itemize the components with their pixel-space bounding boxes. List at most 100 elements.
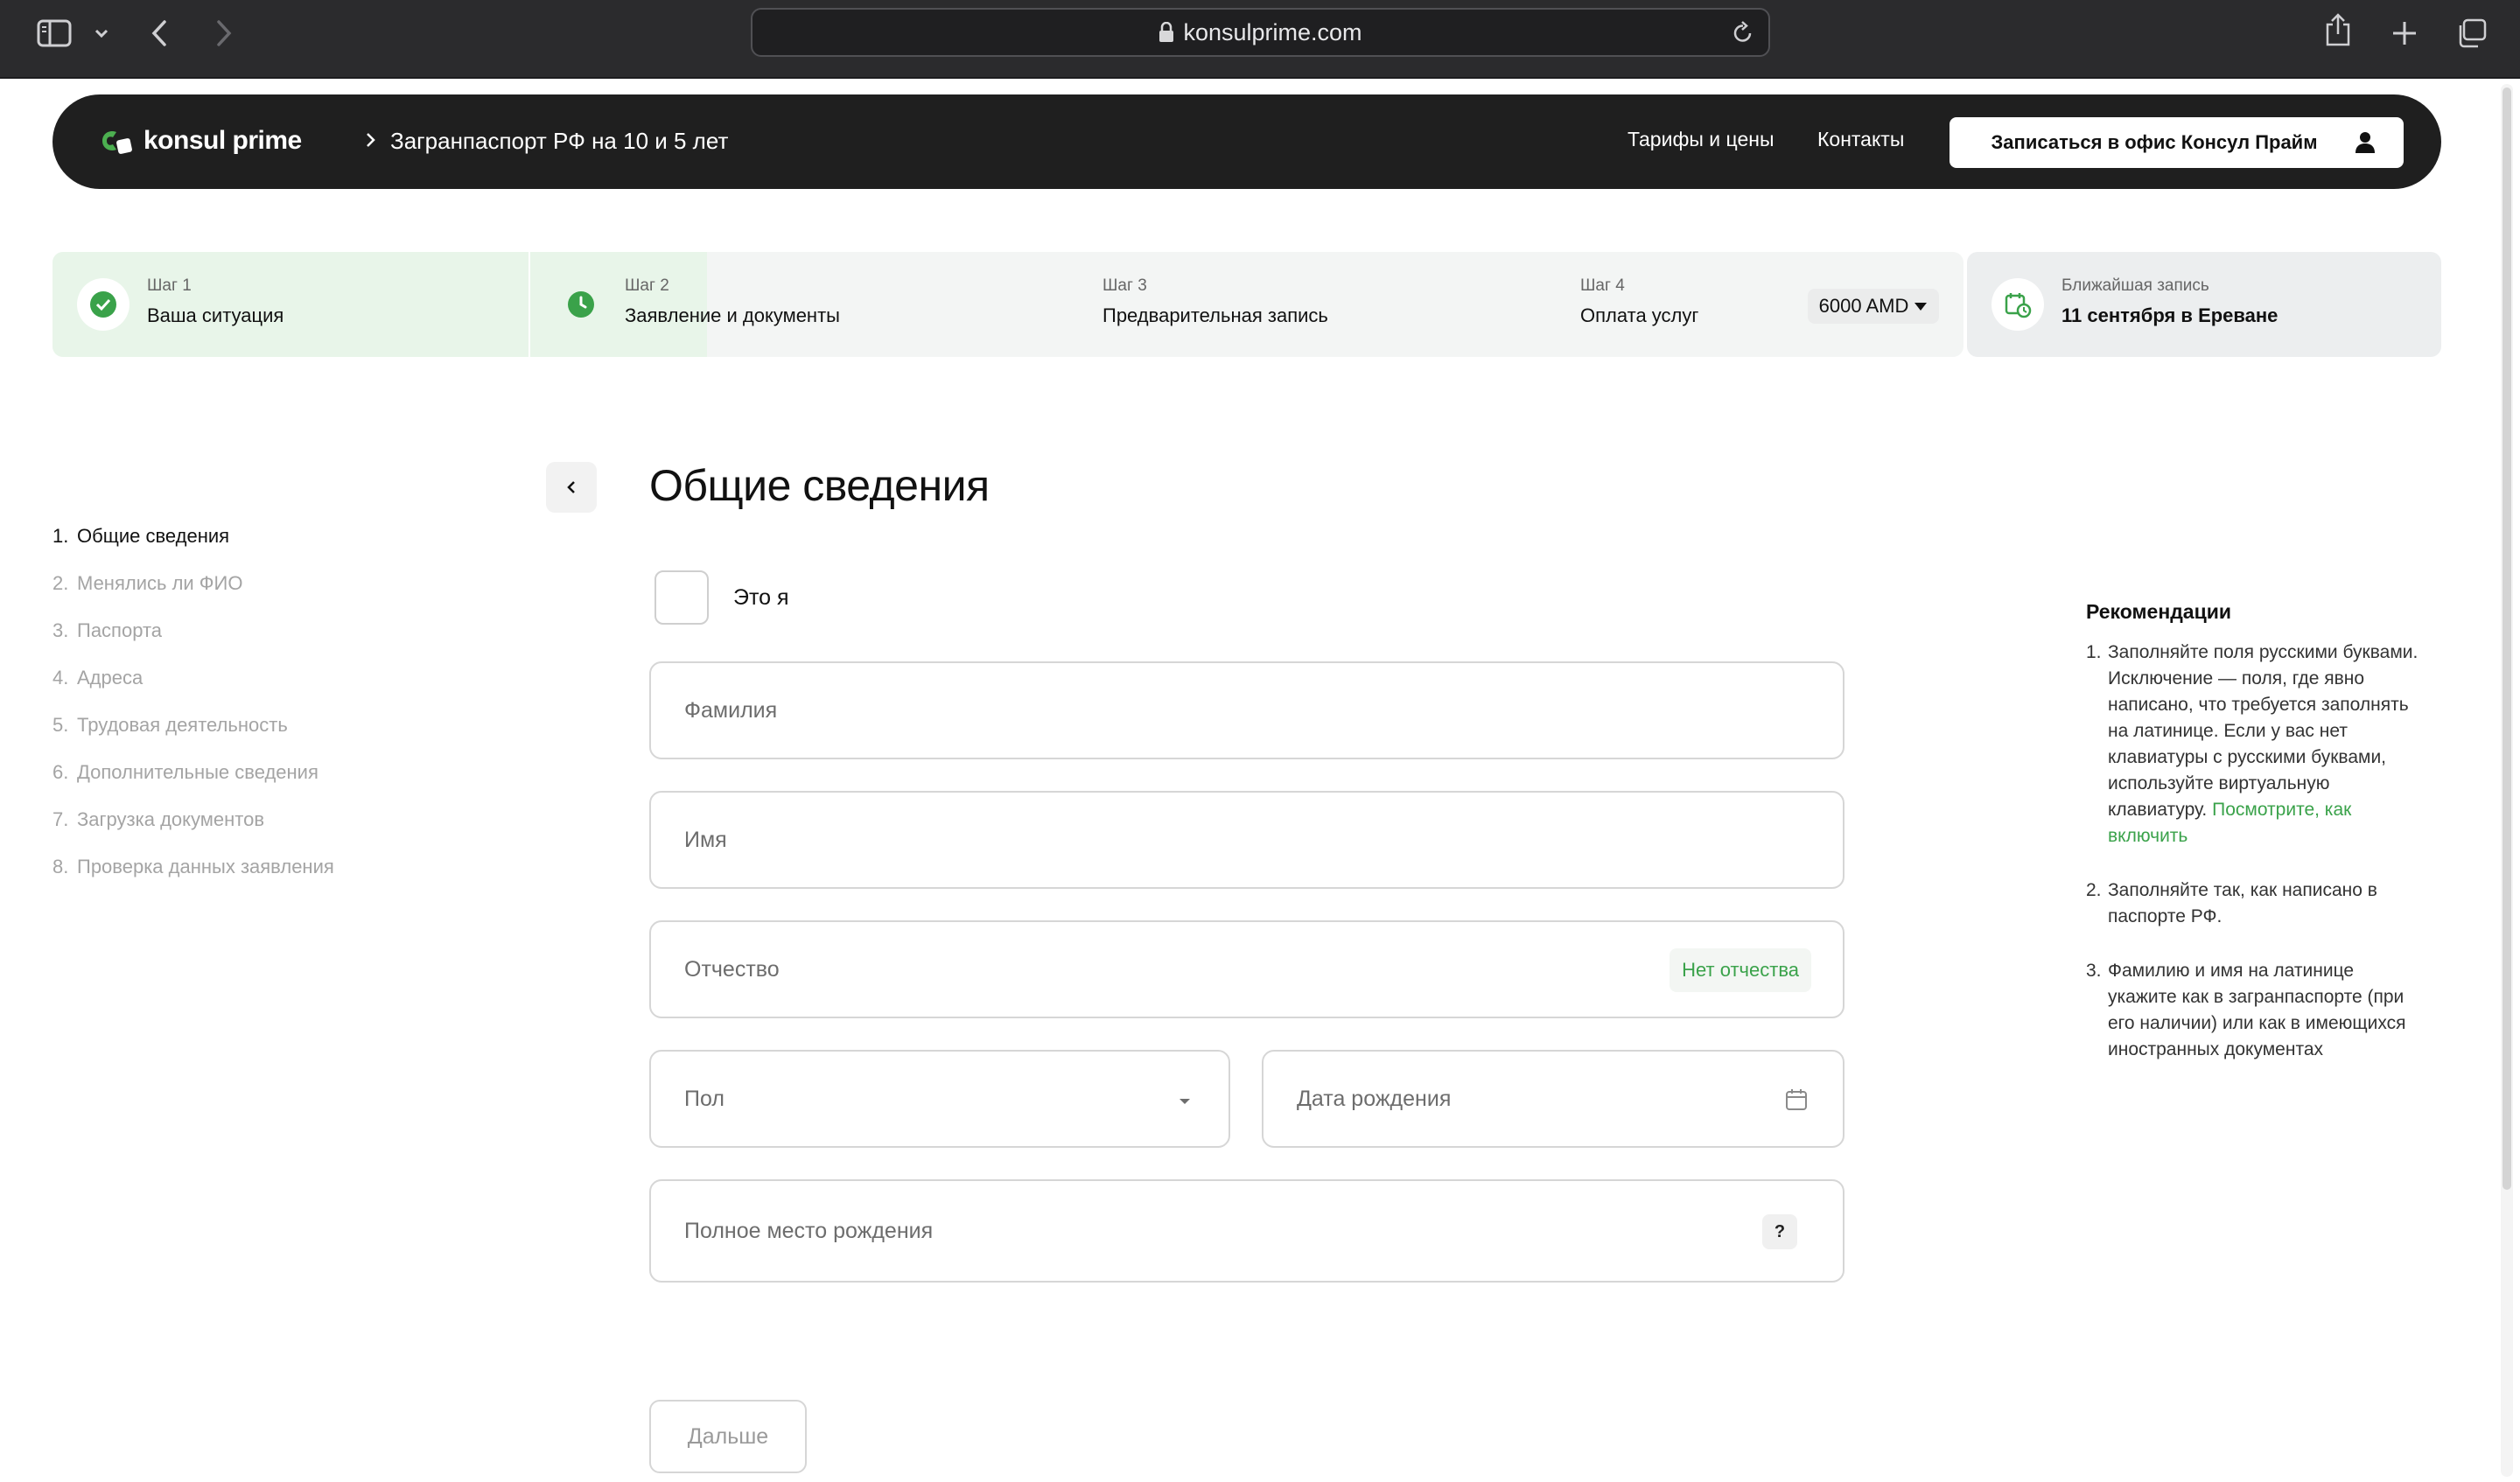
menu-item-number: 1.: [52, 525, 69, 547]
step-title: Заявление и документы: [625, 304, 840, 326]
calendar-clock-icon: [1992, 278, 2044, 331]
calendar-icon[interactable]: [1785, 1088, 1808, 1111]
account-button[interactable]: [2327, 117, 2404, 168]
back-arrow-icon[interactable]: [147, 16, 173, 51]
menu-item-number: 4.: [52, 667, 69, 689]
back-button[interactable]: [546, 462, 597, 513]
recommendation-item: 2. Заполняйте так, как написано в паспор…: [2086, 877, 2418, 930]
chevron-left-icon: [567, 481, 575, 493]
menu-item-number: 7.: [52, 808, 69, 830]
nav-link-contacts[interactable]: Контакты: [1817, 128, 1904, 151]
gender-select[interactable]: Пол: [649, 1050, 1230, 1148]
appointment-value: 11 сентября в Ереване: [2062, 304, 2278, 326]
nav-link-prices[interactable]: Тарифы и цены: [1628, 128, 1774, 151]
clock-icon: [555, 278, 607, 331]
menu-item-addresses[interactable]: 4. Адреса: [52, 667, 334, 714]
new-tab-icon[interactable]: [2389, 16, 2420, 51]
help-button[interactable]: ?: [1762, 1214, 1797, 1249]
step-title: Предварительная запись: [1102, 304, 1328, 326]
menu-item-passports[interactable]: 3. Паспорта: [52, 619, 334, 667]
gender-placeholder: Пол: [684, 1086, 724, 1111]
step-label: Шаг 3: [1102, 276, 1147, 295]
menu-item-review[interactable]: 8. Проверка данных заявления: [52, 856, 334, 903]
tab-overview-icon[interactable]: [2454, 16, 2488, 51]
step-label: Шаг 4: [1580, 276, 1625, 295]
menu-item-general[interactable]: 1. Общие сведения: [52, 525, 334, 572]
menu-item-number: 8.: [52, 856, 69, 877]
menu-item-number: 3.: [52, 619, 69, 641]
menu-item-label: Проверка данных заявления: [77, 856, 334, 877]
menu-item-label: Общие сведения: [77, 525, 230, 547]
first-name-placeholder: Имя: [684, 827, 727, 852]
recommendation-item: 1. Заполняйте поля русскими буквами. Иск…: [2086, 640, 2418, 849]
last-name-placeholder: Фамилия: [684, 697, 778, 723]
menu-item-label: Адреса: [77, 667, 144, 689]
step-1[interactable]: Шаг 1 Ваша ситуация: [147, 276, 284, 327]
address-bar[interactable]: konsulprime.com: [751, 8, 1770, 57]
page-title: Общие сведения: [649, 461, 990, 510]
browser-toolbar: konsulprime.com: [0, 0, 2520, 79]
step-4[interactable]: Шаг 4 Оплата услуг: [1580, 276, 1698, 327]
menu-item-label: Менялись ли ФИО: [77, 572, 243, 594]
patronymic-placeholder: Отчество: [684, 956, 780, 982]
step-label: Шаг 1: [147, 276, 192, 295]
caret-down-icon: [1914, 303, 1928, 311]
logo-text: konsul prime: [144, 126, 302, 155]
menu-item-employment[interactable]: 5. Трудовая деятельность: [52, 714, 334, 761]
user-icon: [2356, 132, 2375, 153]
price-select[interactable]: 6000 AMD: [1808, 289, 1939, 324]
caret-down-icon: [1180, 1099, 1190, 1104]
chevron-down-icon[interactable]: [91, 16, 112, 51]
page-scrollbar[interactable]: [2501, 84, 2513, 1477]
menu-item-number: 5.: [52, 714, 69, 736]
lock-icon: [1159, 22, 1174, 42]
first-name-field[interactable]: Имя: [649, 791, 1844, 889]
birth-date-field[interactable]: Дата рождения: [1262, 1050, 1844, 1148]
sidebar-toggle-icon[interactable]: [35, 16, 74, 51]
birth-date-placeholder: Дата рождения: [1297, 1086, 1452, 1111]
this-is-me-checkbox[interactable]: [654, 570, 709, 625]
form-sections-menu: 1. Общие сведения 2. Менялись ли ФИО 3. Пас…: [52, 525, 334, 903]
no-patronymic-button[interactable]: Нет отчества: [1670, 948, 1811, 992]
nearest-appointment[interactable]: Ближайшая запись 11 сентября в Ереване: [1967, 252, 2441, 357]
url-text: konsulprime.com: [1183, 18, 1362, 45]
appointment-label: Ближайшая запись: [2062, 276, 2209, 295]
recommendation-text: Заполняйте так, как написано в паспорте …: [2108, 880, 2377, 926]
step-3[interactable]: Шаг 3 Предварительная запись: [1102, 276, 1328, 327]
recommendation-number: 3.: [2086, 961, 2102, 981]
breadcrumb[interactable]: Загранпаспорт РФ на 10 и 5 лет: [390, 128, 728, 155]
reload-icon[interactable]: [1732, 20, 1754, 49]
recommendation-text: Фамилию и имя на латинице укажите как в …: [2108, 961, 2406, 1059]
check-circle-icon: [77, 278, 130, 331]
this-is-me-label[interactable]: Это я: [733, 585, 789, 611]
recommendation-text: Заполняйте поля русскими буквами. Исключ…: [2108, 642, 2418, 820]
site-header: konsul prime Загранпаспорт РФ на 10 и 5 …: [52, 94, 2441, 189]
forward-arrow-icon[interactable]: [210, 16, 236, 51]
menu-item-upload[interactable]: 7. Загрузка документов: [52, 808, 334, 856]
site-logo[interactable]: konsul prime: [100, 126, 302, 156]
recommendation-number: 2.: [2086, 880, 2102, 900]
recommendation-item: 3. Фамилию и имя на латинице укажите как…: [2086, 958, 2418, 1063]
birth-place-placeholder: Полное место рождения: [684, 1218, 934, 1243]
birth-place-field[interactable]: Полное место рождения ?: [649, 1179, 1844, 1283]
recommendations-panel: Рекомендации 1. Заполняйте поля русскими…: [2086, 600, 2418, 1091]
steps-progress: Шаг 1 Ваша ситуация Шаг 2 Заявление и до…: [52, 252, 1964, 357]
breadcrumb-chevron-icon: [364, 128, 378, 157]
menu-item-number: 2.: [52, 572, 69, 594]
recommendation-number: 1.: [2086, 642, 2102, 662]
scrollbar-thumb[interactable]: [2502, 87, 2511, 1190]
step-2[interactable]: Шаг 2 Заявление и документы: [625, 276, 840, 327]
this-is-me-row[interactable]: Это я: [654, 570, 789, 625]
menu-item-number: 6.: [52, 761, 69, 783]
last-name-field[interactable]: Фамилия: [649, 661, 1844, 759]
menu-item-label: Паспорта: [77, 619, 163, 641]
menu-item-additional[interactable]: 6. Дополнительные сведения: [52, 761, 334, 808]
patronymic-field[interactable]: Отчество Нет отчества: [649, 920, 1844, 1018]
menu-item-name-change[interactable]: 2. Менялись ли ФИО: [52, 572, 334, 619]
next-button[interactable]: Дальше: [649, 1400, 807, 1473]
logo-icon: [102, 131, 132, 154]
step-label: Шаг 2: [625, 276, 669, 295]
menu-item-label: Дополнительные сведения: [77, 761, 318, 783]
book-office-button[interactable]: Записаться в офис Консул Прайм: [1950, 117, 2359, 168]
share-icon[interactable]: [2322, 12, 2354, 47]
